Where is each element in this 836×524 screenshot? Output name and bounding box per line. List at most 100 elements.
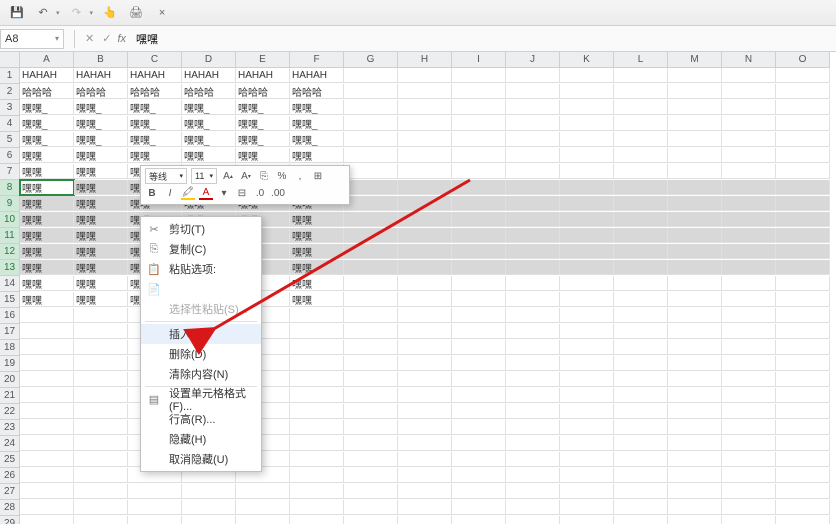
cell[interactable] <box>398 164 452 179</box>
cell[interactable] <box>776 276 830 291</box>
cell[interactable]: 哈哈哈 <box>290 84 344 99</box>
cell[interactable]: 嘿嘿_ <box>20 100 74 115</box>
cell[interactable] <box>776 148 830 163</box>
formula-input[interactable] <box>132 29 836 49</box>
cell[interactable] <box>776 452 830 467</box>
cell[interactable] <box>344 196 398 211</box>
cell[interactable]: 嘿嘿_ <box>182 132 236 147</box>
cell[interactable] <box>452 148 506 163</box>
cell[interactable] <box>398 228 452 243</box>
cell[interactable] <box>560 276 614 291</box>
increase-font-icon[interactable]: A▴ <box>221 169 235 183</box>
cell[interactable] <box>776 372 830 387</box>
cell[interactable] <box>668 500 722 515</box>
cell[interactable] <box>452 420 506 435</box>
cell[interactable] <box>776 404 830 419</box>
bold-icon[interactable]: B <box>145 187 159 201</box>
cell[interactable] <box>560 500 614 515</box>
cell[interactable]: 嘿嘿 <box>74 276 128 291</box>
cell[interactable] <box>722 276 776 291</box>
cell[interactable] <box>398 388 452 403</box>
cell[interactable] <box>668 308 722 323</box>
cell[interactable] <box>614 484 668 499</box>
cell[interactable] <box>560 116 614 131</box>
cell[interactable] <box>776 84 830 99</box>
cell[interactable] <box>506 516 560 524</box>
row-header[interactable]: 22 <box>0 404 20 420</box>
cell[interactable] <box>722 68 776 83</box>
cell[interactable]: 嘿嘿 <box>74 196 128 211</box>
cell[interactable] <box>506 420 560 435</box>
menu-hide[interactable]: 隐藏(H) <box>141 429 261 449</box>
cell[interactable] <box>668 404 722 419</box>
print-preview-icon[interactable]: 🖨 <box>127 4 145 22</box>
cell[interactable] <box>506 148 560 163</box>
cell[interactable] <box>74 468 128 483</box>
cell[interactable] <box>236 516 290 524</box>
column-header[interactable]: C <box>128 52 182 68</box>
fx-icon[interactable]: fx <box>117 33 126 45</box>
cell[interactable] <box>344 164 398 179</box>
cell[interactable] <box>722 436 776 451</box>
cell[interactable] <box>398 100 452 115</box>
cell[interactable] <box>506 180 560 195</box>
cell[interactable] <box>668 292 722 307</box>
cell[interactable] <box>344 404 398 419</box>
cell[interactable] <box>398 500 452 515</box>
cell[interactable] <box>668 164 722 179</box>
cell[interactable] <box>74 516 128 524</box>
cell[interactable] <box>614 436 668 451</box>
cell[interactable] <box>20 356 74 371</box>
cell[interactable] <box>776 420 830 435</box>
row-header[interactable]: 28 <box>0 500 20 516</box>
cell[interactable] <box>614 180 668 195</box>
row-header[interactable]: 23 <box>0 420 20 436</box>
cell[interactable] <box>722 516 776 524</box>
row-header[interactable]: 10 <box>0 212 20 228</box>
cell[interactable] <box>506 468 560 483</box>
undo-icon[interactable]: ↶ <box>34 4 52 22</box>
cell[interactable]: 嘿嘿_ <box>20 116 74 131</box>
cell[interactable] <box>182 500 236 515</box>
cell[interactable] <box>668 116 722 131</box>
cell[interactable] <box>344 324 398 339</box>
decimal-dec-icon[interactable]: .00 <box>271 187 285 201</box>
cell[interactable]: 嘿嘿 <box>20 260 74 275</box>
cell[interactable] <box>506 84 560 99</box>
cell[interactable] <box>722 100 776 115</box>
cell[interactable] <box>506 340 560 355</box>
cell[interactable] <box>560 436 614 451</box>
cell[interactable] <box>344 276 398 291</box>
cell[interactable] <box>398 484 452 499</box>
cell[interactable] <box>452 372 506 387</box>
cell[interactable]: 嘿嘿 <box>128 148 182 163</box>
cell[interactable] <box>344 212 398 227</box>
cell[interactable] <box>560 196 614 211</box>
cell[interactable]: 嘿嘿_ <box>20 132 74 147</box>
cell[interactable] <box>614 340 668 355</box>
cell[interactable] <box>74 420 128 435</box>
cell[interactable] <box>398 196 452 211</box>
cell[interactable]: 嘿嘿 <box>74 164 128 179</box>
cell[interactable] <box>614 132 668 147</box>
cell[interactable] <box>722 484 776 499</box>
cell[interactable] <box>398 324 452 339</box>
cell[interactable] <box>614 84 668 99</box>
menu-paste-button[interactable]: 📄 <box>141 279 261 299</box>
cell[interactable] <box>722 404 776 419</box>
cell[interactable] <box>560 340 614 355</box>
cell[interactable]: 嘿嘿_ <box>128 116 182 131</box>
cell[interactable] <box>776 340 830 355</box>
row-header[interactable]: 8 <box>0 180 20 196</box>
cell[interactable] <box>344 180 398 195</box>
cell[interactable] <box>668 436 722 451</box>
cell[interactable] <box>452 180 506 195</box>
cell[interactable] <box>74 372 128 387</box>
cell[interactable] <box>344 388 398 403</box>
cell[interactable] <box>776 68 830 83</box>
cell[interactable] <box>20 404 74 419</box>
cell[interactable] <box>722 324 776 339</box>
cell[interactable] <box>722 292 776 307</box>
cell[interactable] <box>722 372 776 387</box>
cell[interactable]: 嘿嘿_ <box>182 100 236 115</box>
